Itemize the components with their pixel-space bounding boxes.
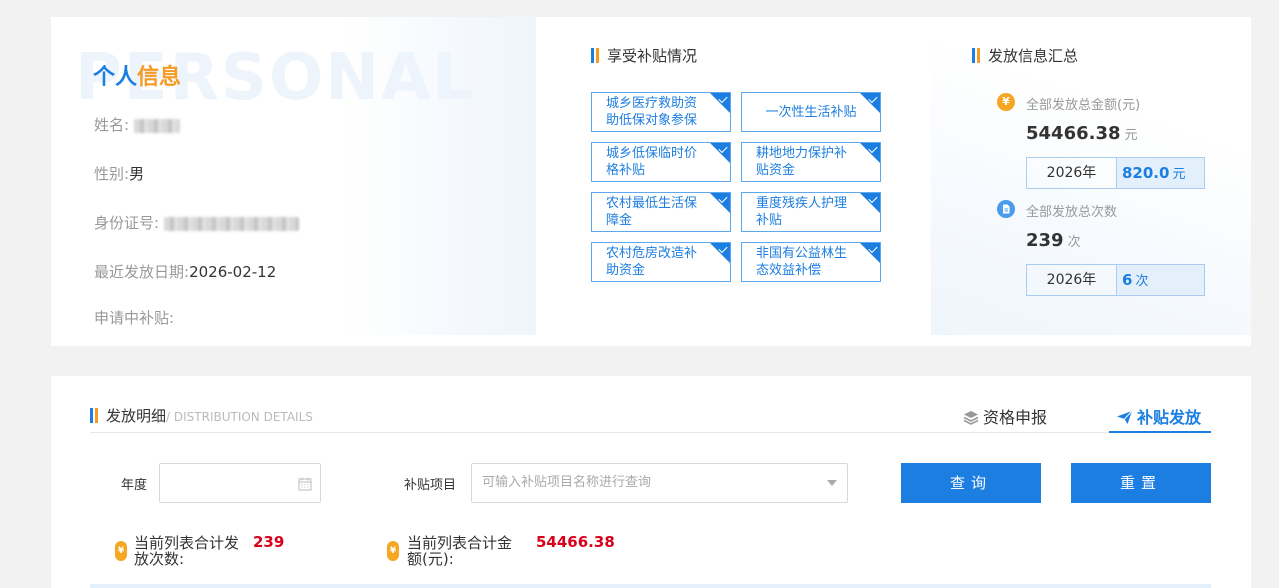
subsidy-tag[interactable]: 农村最低生活保障金 [591,192,731,232]
check-corner-icon [710,143,730,163]
id-number-redacted [163,216,299,231]
subsidy-tag[interactable]: 非国有公益林生态效益补偿 [741,242,881,282]
check-corner-icon [860,143,880,163]
overview-card: PERSONAL 个人信息 姓名: 性别:男 身份证号: 最近发放日期:2026… [51,17,1251,346]
table-header [90,584,1211,588]
details-card: 发放明细/ DISTRIBUTION DETAILS 资格申报 补贴发放 年度 … [51,376,1251,588]
section-marker-icon [591,48,599,63]
total-amount-value: 54466.38 元 [1026,123,1138,144]
tab-subsidy-distribution[interactable]: 补贴发放 [1116,404,1201,428]
section-marker-icon [972,48,980,63]
check-corner-icon [860,243,880,263]
subsidy-tag[interactable]: 农村危房改造补助资金 [591,242,731,282]
check-corner-icon [860,193,880,213]
name-value-redacted [133,118,180,133]
subsidy-tag[interactable]: 城乡医疗救助资助低保对象参保 [591,92,731,132]
count-year-box: 2026年 6次 [1026,264,1205,296]
chevron-down-icon [827,480,837,486]
total-amount-label: 全部发放总金额(元) [1026,98,1141,113]
subsidy-tag[interactable]: 一次性生活补贴 [741,92,881,132]
personal-info-panel: PERSONAL 个人信息 姓名: 性别:男 身份证号: 最近发放日期:2026… [51,17,536,335]
summary-section-title: 发放信息汇总 [972,45,1078,66]
project-select[interactable]: 可输入补贴项目名称进行查询 [471,463,848,503]
yuan-icon: ¥ [387,541,399,561]
reset-button[interactable]: 重置 [1071,463,1211,503]
amount-year-box: 2026年 820.0 元 [1026,157,1205,189]
document-icon [997,200,1015,218]
amount-stat-value: 54466.38 [536,533,615,551]
yuan-icon: ¥ [997,93,1015,111]
name-field: 姓名: [94,114,180,135]
yuan-icon: ¥ [115,541,127,561]
count-stat-value: 239 [253,533,285,551]
year-input[interactable] [159,463,321,503]
section-marker-icon [90,408,98,423]
calendar-icon [298,477,312,491]
id-number-field: 身份证号: [94,212,299,233]
check-corner-icon [710,193,730,213]
year-label: 年度 [121,478,148,493]
amount-stat-label: 当前列表合计金额(元): [407,534,513,568]
subsidy-tag[interactable]: 重度残疾人护理补贴 [741,192,881,232]
project-label: 补贴项目 [404,478,457,493]
query-button[interactable]: 查询 [901,463,1041,503]
total-count-label: 全部发放总次数 [1026,205,1118,220]
details-section-title: 发放明细/ DISTRIBUTION DETAILS [90,405,313,426]
layers-icon [963,411,979,425]
subsidy-tag[interactable]: 城乡低保临时价格补贴 [591,142,731,182]
check-corner-icon [710,93,730,113]
applying-field: 申请中补贴: [94,309,175,327]
last-date-field: 最近发放日期:2026-02-12 [94,263,277,281]
gender-field: 性别:男 [94,165,145,183]
count-stat-label: 当前列表合计发放次数: [134,534,240,568]
tab-qualification[interactable]: 资格申报 [963,404,1047,428]
send-icon [1117,410,1133,424]
check-corner-icon [710,243,730,263]
personal-info-title: 个人信息 [93,65,182,90]
check-corner-icon [860,93,880,113]
subsidy-section-title: 享受补贴情况 [591,45,697,66]
subsidy-tag[interactable]: 耕地地力保护补贴资金 [741,142,881,182]
total-count-value: 239 次 [1026,230,1081,251]
